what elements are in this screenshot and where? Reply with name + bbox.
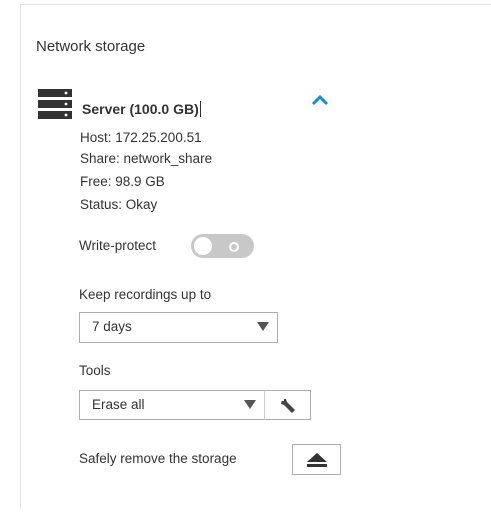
safely-remove-label: Safely remove the storage — [79, 451, 237, 466]
chevron-down-icon — [257, 322, 269, 331]
run-tool-button[interactable] — [264, 390, 311, 420]
chevron-down-icon — [244, 400, 256, 409]
server-status: Status: Okay — [80, 197, 158, 212]
section-title: Network storage — [36, 38, 146, 55]
server-name: Server (100.0 GB) — [82, 101, 201, 117]
retention-dropdown[interactable]: 7 days — [79, 312, 278, 343]
tools-dropdown[interactable]: Erase all — [79, 390, 265, 420]
network-storage-panel — [20, 4, 491, 509]
server-icon — [38, 89, 72, 119]
toggle-off-indicator — [229, 242, 239, 252]
tools-value: Erase all — [92, 397, 145, 412]
server-free-space: Free: 98.9 GB — [80, 174, 165, 189]
eject-icon — [307, 453, 327, 467]
tools-label: Tools — [79, 363, 111, 378]
write-protect-label: Write-protect — [79, 238, 157, 253]
toggle-knob — [194, 237, 212, 255]
write-protect-toggle[interactable] — [191, 234, 254, 258]
server-share: Share: network_share — [80, 151, 213, 166]
retention-value: 7 days — [92, 319, 132, 334]
chevron-up-icon[interactable] — [311, 94, 329, 106]
wrench-icon — [280, 398, 295, 413]
eject-button[interactable] — [292, 444, 341, 475]
server-host: Host: 172.25.200.51 — [80, 130, 202, 145]
retention-label: Keep recordings up to — [79, 287, 212, 302]
